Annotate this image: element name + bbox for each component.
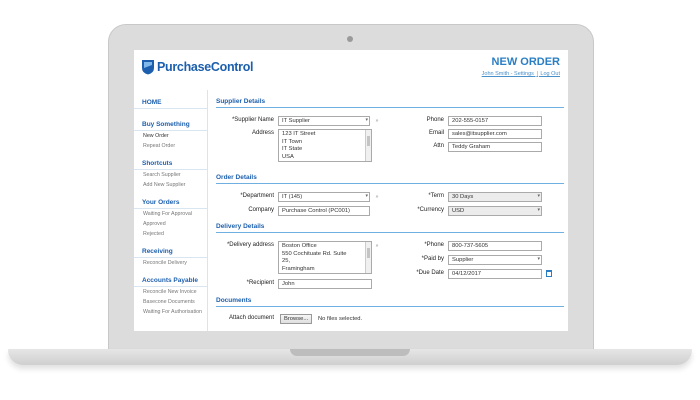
sidebar-item-reconcile-delivery[interactable]: Reconcile Delivery xyxy=(134,258,207,268)
attach-document-label: Attach document xyxy=(228,315,274,321)
logo-text: PurchaseControl xyxy=(157,60,254,74)
user-links: John Smith - Settings | Log Out xyxy=(482,71,560,77)
sidebar-item-approved[interactable]: Approved xyxy=(134,219,207,229)
sidebar-group-accounts-payable[interactable]: Accounts Payable xyxy=(134,274,207,287)
section-supplier-details: Supplier Details xyxy=(216,98,564,108)
term-select[interactable]: 30 Days ▾ xyxy=(448,192,542,202)
company-label: Company xyxy=(248,207,274,213)
currency-value: USD xyxy=(452,208,465,214)
due-date-value: 04/12/2017 xyxy=(452,271,482,277)
attn-label: Attn xyxy=(433,143,444,149)
section-documents: Documents xyxy=(216,297,564,307)
chevron-down-icon: ▾ xyxy=(537,193,540,199)
delivery-address-scrollbar[interactable] xyxy=(365,242,371,273)
delivery-phone-label: *Phone xyxy=(424,242,444,248)
logout-link[interactable]: Log Out xyxy=(540,71,560,77)
due-date-field[interactable]: 04/12/2017 xyxy=(448,269,542,279)
address-line: USA xyxy=(282,153,294,160)
address-scrollbar[interactable] xyxy=(365,130,371,161)
sidebar-home[interactable]: HOME xyxy=(134,96,207,109)
sidebar-group-shortcuts[interactable]: Shortcuts xyxy=(134,157,207,170)
department-select[interactable]: IT (145) ▾ xyxy=(278,192,370,202)
address-line: IT State xyxy=(282,146,303,152)
sidebar-item-waiting-authorisation[interactable]: Waiting For Authorisation xyxy=(134,307,207,317)
section-order-details: Order Details xyxy=(216,174,564,184)
page-title: NEW ORDER xyxy=(491,56,560,68)
delivery-address-line: 550 Cochituate Rd. Suite xyxy=(282,250,347,257)
recipient-field[interactable]: John xyxy=(278,279,372,289)
supplier-address-field[interactable]: 123 IT Street IT Town IT State USA xyxy=(278,129,372,162)
sidebar-item-waiting-approval[interactable]: Waiting For Approval xyxy=(134,209,207,219)
recipient-value: John xyxy=(282,281,295,287)
currency-select[interactable]: USD ▾ xyxy=(448,206,542,216)
attn-value: Teddy Graham xyxy=(452,144,491,150)
address-label: Address xyxy=(251,130,274,136)
app-screen: PurchaseControl NEW ORDER John Smith - S… xyxy=(134,50,568,331)
supplier-lookup-icon[interactable]: » xyxy=(373,116,381,126)
delivery-address-line: Framingham xyxy=(282,265,315,272)
chevron-down-icon: ▾ xyxy=(537,207,540,213)
address-line: IT Town xyxy=(282,138,303,145)
chevron-down-icon: ▾ xyxy=(365,193,368,199)
logo[interactable]: PurchaseControl xyxy=(141,59,254,75)
sidebar-item-basecone-documents[interactable]: Basecone Documents xyxy=(134,297,207,307)
company-field[interactable]: Purchase Control (PC001) xyxy=(278,206,370,216)
sidebar-group-buy-something[interactable]: Buy Something xyxy=(134,118,207,131)
recipient-label: *Recipient xyxy=(246,280,274,286)
delivery-address-field[interactable]: Boston Office 550 Cochituate Rd. Suite 2… xyxy=(278,241,372,274)
delivery-phone-field[interactable]: 800-737-5605 xyxy=(448,241,542,251)
chevron-down-icon: ▾ xyxy=(537,256,540,262)
sidebar-item-rejected[interactable]: Rejected xyxy=(134,229,207,239)
phone-label: Phone xyxy=(426,117,444,123)
delivery-address-label: *Delivery address xyxy=(226,242,274,248)
sidebar-group-receiving[interactable]: Receiving xyxy=(134,245,207,258)
supplier-name-value: IT Supplier xyxy=(282,118,310,124)
department-value: IT (145) xyxy=(282,194,303,200)
laptop-notch xyxy=(290,349,410,356)
delivery-address-line: Boston Office xyxy=(282,243,317,249)
department-label: *Department xyxy=(240,193,274,199)
currency-label: *Currency xyxy=(417,207,444,213)
sidebar-item-new-order[interactable]: New Order xyxy=(134,131,207,141)
link-separator: | xyxy=(536,71,538,77)
delivery-address-line: 25, xyxy=(282,258,291,264)
settings-link[interactable]: John Smith - Settings xyxy=(482,71,534,77)
supplier-name-label: *Supplier Name xyxy=(231,117,274,123)
sidebar-group-your-orders[interactable]: Your Orders xyxy=(134,196,207,209)
sidebar-item-reconcile-invoice[interactable]: Reconcile New Invoice xyxy=(134,287,207,297)
browse-button[interactable]: Browse... xyxy=(280,314,313,324)
due-date-label: *Due Date xyxy=(416,270,444,276)
paid-by-label: *Paid by xyxy=(421,256,444,262)
sidebar-item-add-new-supplier[interactable]: Add New Supplier xyxy=(134,180,207,190)
supplier-phone-value: 202-555-0157 xyxy=(452,118,489,124)
calendar-icon[interactable] xyxy=(546,270,552,277)
sidebar-item-repeat-order[interactable]: Repeat Order xyxy=(134,141,207,151)
delivery-phone-value: 800-737-5605 xyxy=(452,243,489,249)
sidebar-item-search-supplier[interactable]: Search Supplier xyxy=(134,170,207,180)
chevron-down-icon: ▾ xyxy=(365,117,368,123)
address-line: 123 IT Street xyxy=(282,131,316,137)
attn-field[interactable]: Teddy Graham xyxy=(448,142,542,152)
supplier-email-field[interactable]: sales@itsupplier.com xyxy=(448,129,542,139)
term-label: *Term xyxy=(428,193,444,199)
term-value: 30 Days xyxy=(452,194,474,200)
sidebar: HOME Buy Something New Order Repeat Orde… xyxy=(134,90,208,331)
camera-icon xyxy=(347,36,353,42)
delivery-lookup-icon[interactable]: » xyxy=(373,241,381,251)
paid-by-value: Supplier xyxy=(452,257,474,263)
no-files-text: No files selected. xyxy=(318,316,363,322)
shield-logo-icon xyxy=(142,60,154,75)
company-value: Purchase Control (PC001) xyxy=(282,208,350,214)
supplier-phone-field[interactable]: 202-555-0157 xyxy=(448,116,542,126)
app-header: PurchaseControl NEW ORDER John Smith - S… xyxy=(134,50,568,84)
supplier-name-field[interactable]: IT Supplier ▾ xyxy=(278,116,370,126)
section-delivery-details: Delivery Details xyxy=(216,223,564,233)
department-lookup-icon[interactable]: » xyxy=(373,192,381,202)
paid-by-select[interactable]: Supplier ▾ xyxy=(448,255,542,265)
email-label: Email xyxy=(428,130,444,136)
supplier-email-value: sales@itsupplier.com xyxy=(452,131,507,137)
